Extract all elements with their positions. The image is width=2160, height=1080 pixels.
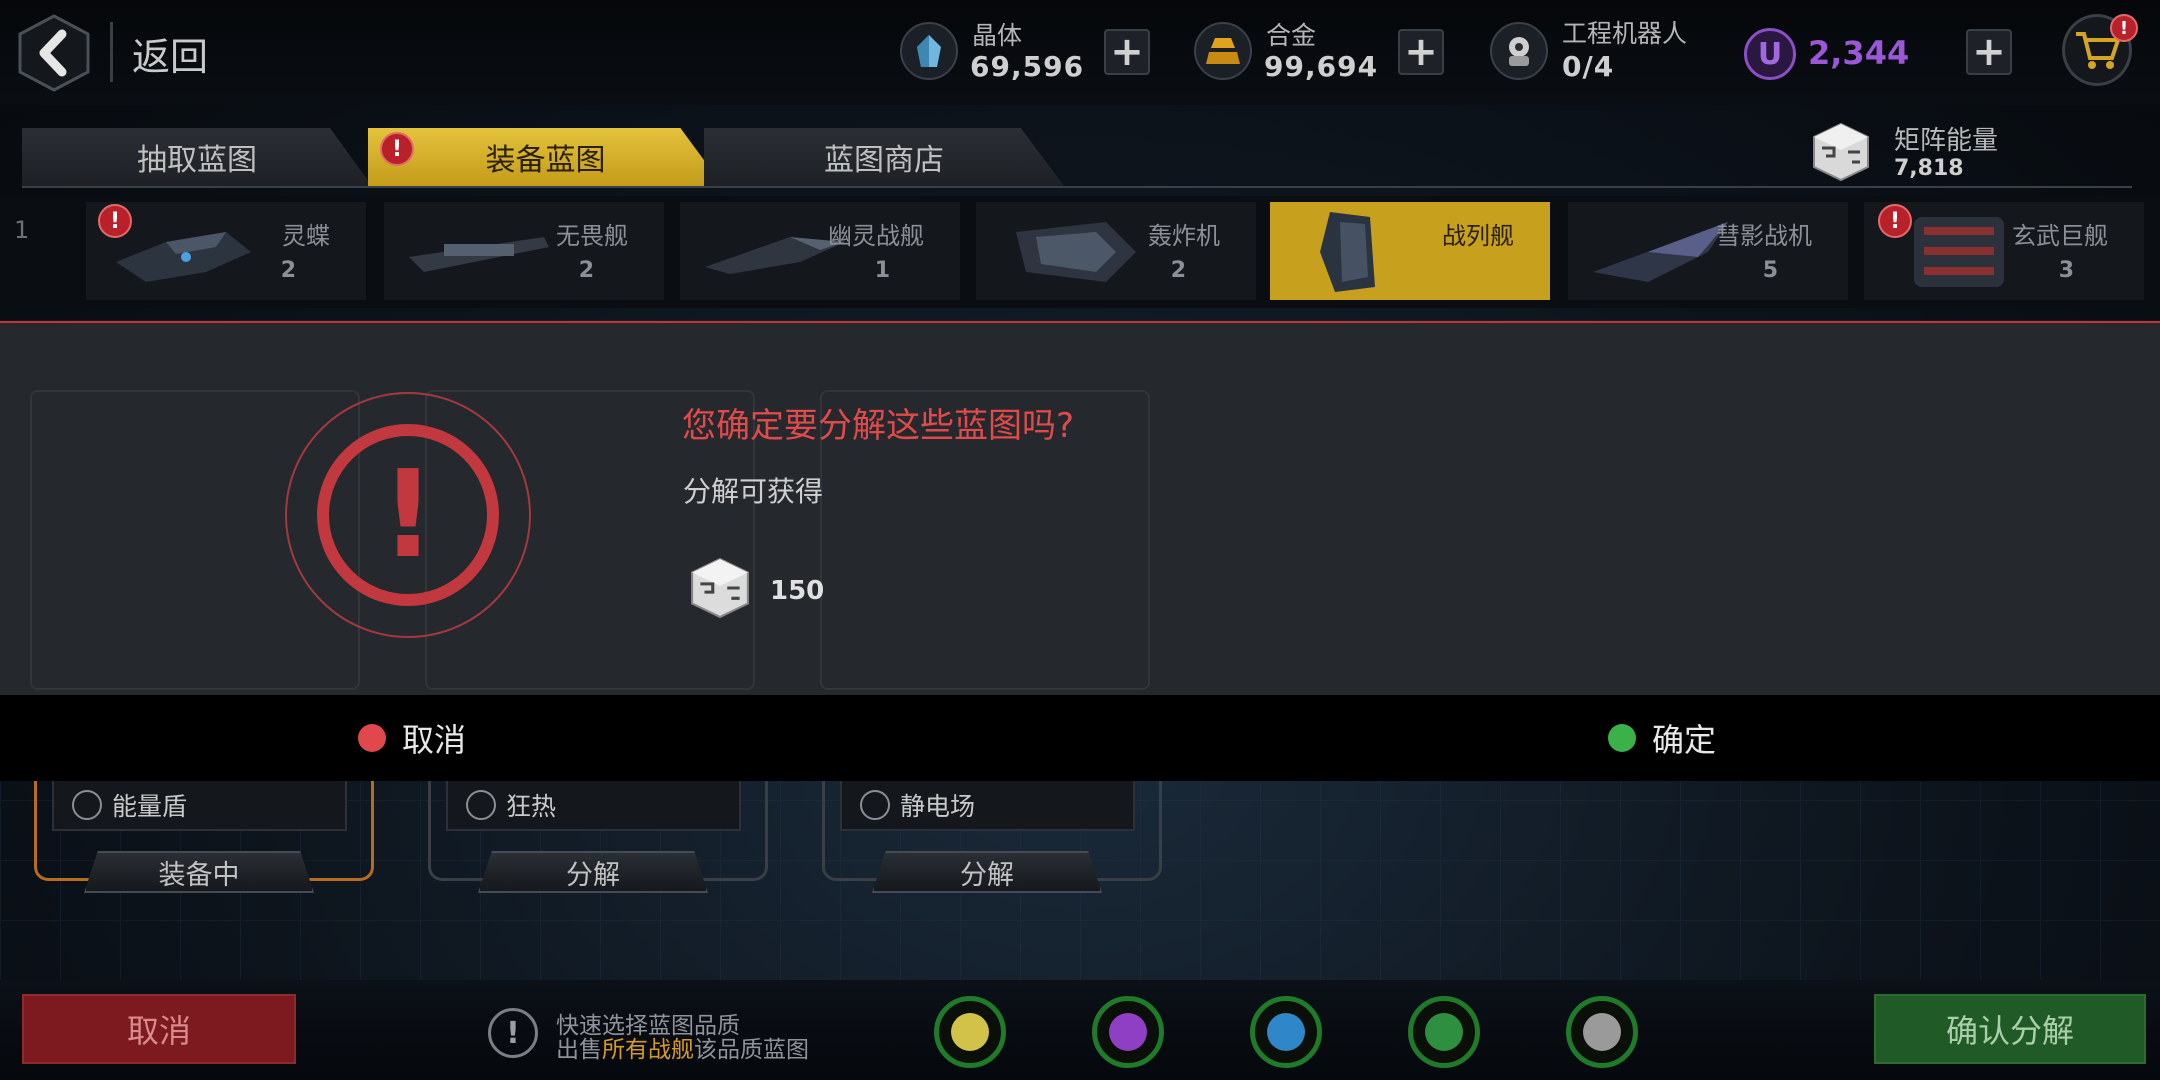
back-divider	[110, 22, 113, 82]
crystal-icon	[900, 22, 958, 80]
robot-icon	[1490, 22, 1548, 80]
ship-count: 2	[578, 258, 594, 283]
warning-exclamation: !	[317, 424, 499, 606]
dialog-cancel-button[interactable]: 取消	[358, 712, 466, 764]
ship-name: 无畏舰	[556, 222, 628, 250]
alloy-icon	[1194, 22, 1252, 80]
robot-label: 工程机器人	[1562, 19, 1688, 48]
ship-name: 彗影战机	[1716, 222, 1812, 250]
reward-value: 150	[770, 576, 825, 606]
ship-count: 5	[1762, 258, 1778, 283]
matrix-energy-reward-icon	[690, 557, 750, 619]
blueprint-card[interactable]: 静电场 分解	[822, 781, 1162, 893]
dialog-subtitle: 分解可获得	[683, 475, 824, 508]
ship-name: 玄武巨舰	[2012, 222, 2108, 250]
ship-alert-badge: !	[1878, 204, 1912, 238]
shield-icon	[72, 790, 102, 820]
frenzy-icon	[466, 790, 496, 820]
tab-blueprint-shop[interactable]: 蓝图商店	[704, 128, 1064, 186]
crystal-label: 晶体	[972, 21, 1023, 50]
ship-count: 1	[874, 258, 890, 283]
dialog-action-bar	[0, 695, 2160, 781]
cancel-button[interactable]: 取消	[22, 994, 296, 1064]
ship-item-wuwei[interactable]: 无畏舰 2	[384, 202, 664, 300]
tab-equip-blueprint[interactable]: 装备蓝图	[368, 128, 723, 186]
cancel-dot-icon	[358, 724, 386, 752]
back-label[interactable]: 返回	[132, 26, 208, 81]
static-field-icon	[860, 790, 890, 820]
confirm-decompose-button[interactable]: 确认分解	[1874, 994, 2146, 1064]
tabs-divider	[22, 186, 2132, 188]
quality-filter-blue[interactable]	[1250, 996, 1322, 1068]
hint-exclamation-icon: !	[488, 1008, 538, 1058]
back-button[interactable]	[18, 14, 90, 92]
premium-currency-icon: U	[1744, 28, 1796, 80]
add-alloy-button[interactable]: +	[1398, 29, 1444, 75]
quality-filter-yellow[interactable]	[934, 996, 1006, 1068]
premium-value: 2,344	[1808, 34, 1910, 72]
tab-equip-alert-badge: !	[380, 132, 414, 166]
ship-bomber-image	[1016, 222, 1136, 282]
blueprint-card[interactable]: 能量盾 装备中	[34, 781, 374, 893]
dialog-title: 您确定要分解这些蓝图吗?	[682, 406, 1075, 446]
dialog-confirm-button[interactable]: 确定	[1608, 712, 1716, 764]
quality-filter-purple[interactable]	[1092, 996, 1164, 1068]
skill-name: 静电场	[900, 792, 976, 821]
skill-name: 能量盾	[112, 792, 188, 821]
ship-name: 幽灵战舰	[828, 222, 924, 250]
robot-value: 0/4	[1562, 50, 1615, 83]
alloy-value: 99,694	[1264, 50, 1379, 83]
confirm-dot-icon	[1608, 724, 1636, 752]
ship-name: 轰炸机	[1148, 222, 1220, 250]
shop-alert-badge: !	[2110, 14, 2138, 42]
alloy-label: 合金	[1266, 21, 1317, 50]
skill-name: 狂热	[506, 792, 557, 821]
matrix-energy-label: 矩阵能量	[1894, 126, 1999, 156]
crystal-value: 69,596	[970, 50, 1085, 83]
hint-highlight: 所有战舰	[602, 1037, 694, 1063]
hint-line-2: 出售所有战舰该品质蓝图	[556, 1037, 809, 1063]
ship-item-bomber[interactable]: 轰炸机 2	[976, 202, 1256, 300]
ship-count: 2	[280, 258, 296, 283]
decompose-button[interactable]: 分解	[872, 851, 1102, 893]
add-crystal-button[interactable]: +	[1104, 29, 1150, 75]
blueprint-card[interactable]: 狂热 分解	[428, 781, 768, 893]
ship-count: 3	[2058, 258, 2074, 283]
ship-battleship-image	[1320, 212, 1375, 292]
bottom-bar	[0, 980, 2160, 1080]
matrix-energy-icon	[1812, 122, 1870, 182]
matrix-energy-value: 7,818	[1894, 156, 1964, 181]
ship-count: 2	[1170, 258, 1186, 283]
confirm-label: 确定	[1652, 721, 1717, 759]
ship-item-youling[interactable]: 幽灵战舰 1	[680, 202, 960, 300]
card-status-button[interactable]: 装备中	[84, 851, 314, 893]
quality-filter-gray[interactable]	[1566, 996, 1638, 1068]
ship-name: 灵蝶	[282, 222, 330, 250]
ship-alert-badge: !	[98, 204, 132, 238]
warning-icon: !	[285, 392, 531, 638]
add-premium-button[interactable]: +	[1966, 29, 2012, 75]
cancel-label: 取消	[402, 721, 467, 759]
ship-wuwei-image	[409, 237, 549, 272]
ship-strip-edge-digit: 1	[14, 216, 30, 244]
decompose-button[interactable]: 分解	[478, 851, 708, 893]
quality-filter-green[interactable]	[1408, 996, 1480, 1068]
back-arrow-icon	[18, 14, 90, 92]
ship-item-battleship[interactable]: 战列舰	[1270, 202, 1550, 300]
ship-item-huiying[interactable]: 彗影战机 5	[1568, 202, 1848, 300]
ship-name: 战列舰	[1442, 222, 1514, 250]
tab-draw-blueprint[interactable]: 抽取蓝图	[22, 128, 372, 186]
